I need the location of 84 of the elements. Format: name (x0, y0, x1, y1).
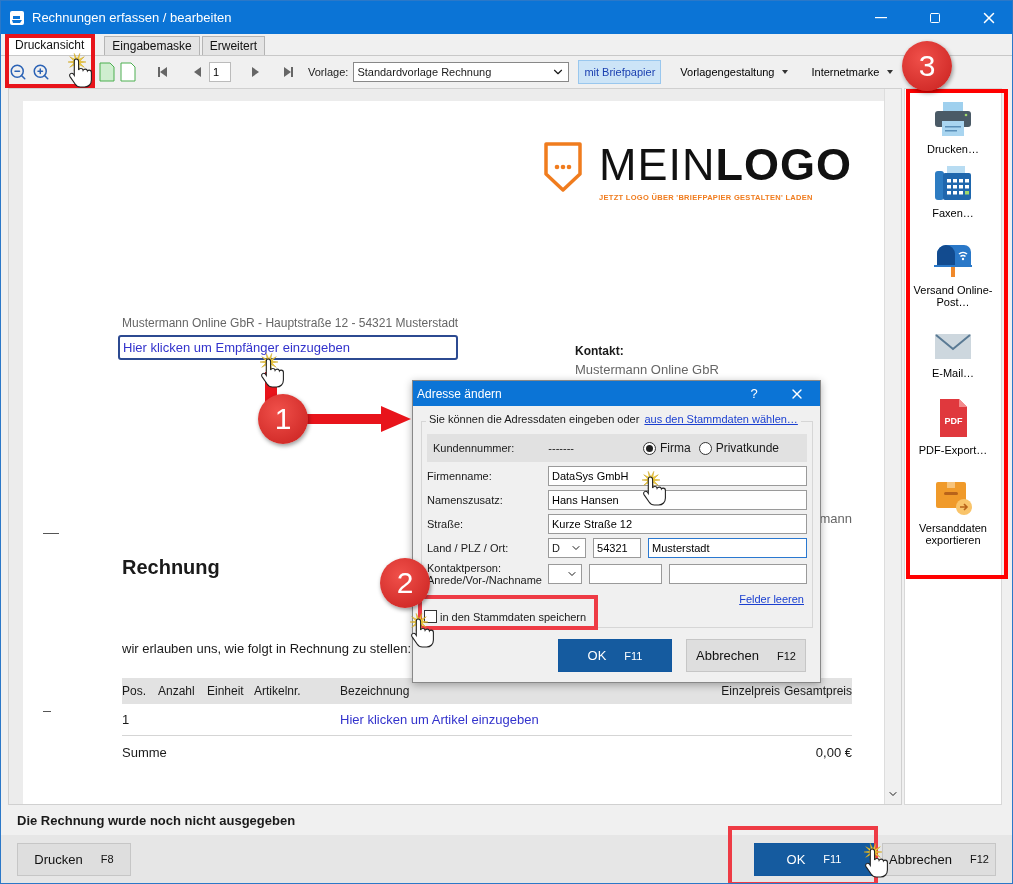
customer-number: ------- (548, 442, 575, 454)
step-badge: 3 (902, 41, 952, 91)
intro-text: wir erlauben uns, wie folgt in Rechnung zu stellen: (122, 641, 412, 656)
article-link[interactable]: Hier klicken um Artikel einzugeben (340, 712, 694, 727)
sidebar-action[interactable]: Versand Online-Post… (911, 238, 995, 312)
clear-fields-link[interactable]: Felder leeren (739, 593, 804, 605)
app-icon (10, 10, 24, 25)
minimize-icon (875, 16, 887, 19)
radio-button[interactable]: Firma (642, 441, 691, 455)
dialog-intro: Sie können die Adressdaten eingeben oder (429, 413, 640, 425)
text-field[interactable]: DataSys GmbH (548, 466, 807, 486)
document-title: Rechnung (122, 556, 220, 579)
hand-cursor-icon (641, 471, 669, 507)
first-page-icon[interactable] (156, 65, 170, 79)
ok-button[interactable]: OK F11 (754, 842, 874, 876)
text-field[interactable]: Hans Hansen (548, 490, 807, 510)
template-label: Vorlage: (308, 66, 349, 78)
sidebar-action[interactable]: Versanddaten exportieren (911, 474, 995, 550)
letterhead-toggle[interactable]: mit Briefpapier (578, 60, 662, 84)
template-dropdown[interactable]: Standardvorlage Rechnung (353, 62, 570, 82)
shield-logo-icon (543, 141, 583, 193)
tab[interactable]: Eingabemaske (104, 36, 200, 55)
column-header: Pos. (122, 684, 147, 698)
table-cell-text: 1 (122, 712, 131, 727)
column-header: Artikelnr. (254, 684, 302, 698)
zoom-in-icon[interactable] (32, 63, 50, 81)
action-button[interactable]: Drucken F8 (17, 842, 131, 876)
page-icon[interactable] (99, 62, 115, 82)
field-label: Namenszusatz: (427, 494, 504, 506)
hand-cursor-icon (863, 843, 891, 879)
printer-icon (933, 101, 973, 137)
hand-cursor-icon (409, 613, 437, 649)
envelope-icon (933, 331, 973, 361)
tab[interactable]: Erweitert (201, 36, 266, 55)
mailbox-icon (933, 242, 973, 278)
radio-button[interactable]: Privatkunde (698, 441, 779, 455)
total-label: Summe (122, 744, 167, 760)
menu-button[interactable]: Internetmarke (807, 66, 898, 78)
sidebar-action[interactable]: Faxen… (911, 161, 995, 223)
field-label: Kontaktperson: Anrede/Vor-/Nachname (427, 562, 543, 586)
recipient-field[interactable]: Hier klicken um Empfänger einzugeben (118, 335, 458, 360)
country-dropdown[interactable]: D (548, 538, 587, 558)
total-value: 0,00 € (815, 744, 852, 760)
column-header: Bezeichnung (340, 684, 411, 698)
status-message: Die Rechnung wurde noch nicht ausgegeben (16, 811, 297, 830)
sidebar-action[interactable]: Drucken… (911, 97, 995, 159)
sidebar-action[interactable]: PDF PDF-Export… (911, 394, 995, 460)
hand-cursor-icon (67, 53, 95, 89)
maximize-icon (929, 11, 941, 24)
logo-wordmark: MEINLOGO (599, 145, 852, 185)
help-button[interactable]: ? (734, 385, 774, 402)
dialog-title: Adresse ändern (417, 386, 503, 401)
ok-button[interactable]: OK F11 (558, 639, 672, 672)
menu-button[interactable]: Vorlagengestaltung (676, 66, 793, 78)
contact-heading: Kontakt: (575, 344, 624, 358)
city-field[interactable]: Musterstadt (648, 538, 807, 558)
pdf-file-icon: PDF (937, 398, 969, 438)
field-label: Firmenname: (427, 470, 493, 482)
action-button[interactable]: Abbrechen F12 (882, 842, 996, 876)
salutation-dropdown[interactable] (548, 564, 582, 584)
scrollbar[interactable] (884, 89, 901, 804)
zip-field[interactable]: 54321 (593, 538, 642, 558)
zoom-out-icon[interactable] (9, 63, 27, 81)
field-label: Straße: (427, 518, 465, 530)
first-name-field[interactable] (588, 564, 662, 584)
column-header: Anzahl (158, 684, 196, 698)
text-field[interactable]: Kurze Straße 12 (548, 514, 807, 534)
contact-line: Mustermann Online GbR (575, 362, 719, 377)
sidebar-action[interactable]: E-Mail… (911, 327, 995, 383)
column-header: Einheit (207, 684, 245, 698)
hand-cursor-icon (259, 353, 287, 389)
column-header: Einzelpreis (720, 684, 780, 698)
cancel-button[interactable]: Abbrechen F12 (686, 639, 806, 672)
last-name-field[interactable] (668, 564, 807, 584)
sender-line: Mustermann Online GbR - Hauptstraße 12 - 54321 Musterstadt (122, 316, 460, 330)
field-label: Kundennummer: (433, 442, 515, 454)
field-label: Land / PLZ / Ort: (427, 542, 510, 554)
last-page-icon[interactable] (281, 65, 295, 79)
window-title: Rechnungen erfassen / bearbeiten (32, 10, 233, 25)
page-icon[interactable] (120, 62, 136, 82)
column-header: Gesamtpreis (782, 684, 852, 698)
page-number-field[interactable]: 1 (209, 62, 231, 82)
master-data-link[interactable]: aus den Stammdaten wählen… (644, 413, 798, 425)
fax-machine-icon (933, 165, 973, 201)
